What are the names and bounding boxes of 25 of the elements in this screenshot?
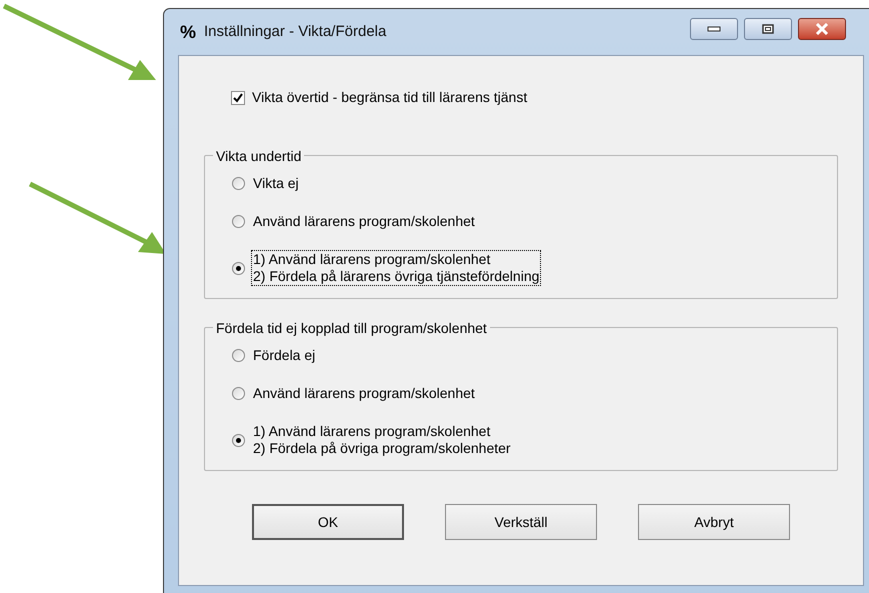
dialog-button[interactable]: Avbryt [638, 504, 790, 540]
close-button[interactable] [798, 18, 846, 40]
radio-button[interactable] [232, 215, 245, 228]
maximize-icon [762, 24, 774, 34]
close-icon [815, 23, 829, 35]
minimize-icon [707, 26, 721, 32]
option-label: Använd lärarens program/skolenhet [252, 384, 476, 403]
radio-button[interactable] [232, 387, 245, 400]
option-label: 1) Använd lärarens program/skolenhet 2) Fördela på övriga program/skolenheter [252, 422, 512, 458]
dialog-button[interactable]: OK [252, 504, 404, 540]
option-label: Fördela ej [252, 346, 316, 365]
maximize-button[interactable] [744, 18, 792, 40]
option-label: 1) Använd lärarens program/skolenhet 2) Fördela på lärarens övriga tjänstefördelning [251, 250, 542, 286]
radio-button[interactable] [232, 262, 245, 274]
window-title: Inställningar - Vikta/Fördela [204, 22, 386, 42]
radio-button[interactable] [232, 349, 245, 362]
checkbox[interactable] [231, 90, 245, 104]
radio-button[interactable] [232, 434, 245, 446]
percent-icon: % [180, 18, 196, 46]
dialog-button[interactable]: Verkställ [445, 504, 597, 540]
checkbox-label: Vikta övertid - begränsa tid till lärarens tjänst [252, 88, 528, 107]
radio-button[interactable] [232, 177, 245, 190]
option-label: Vikta ej [252, 174, 300, 193]
minimize-button[interactable] [690, 18, 738, 40]
option-label: Använd lärarens program/skolenhet [252, 212, 476, 231]
